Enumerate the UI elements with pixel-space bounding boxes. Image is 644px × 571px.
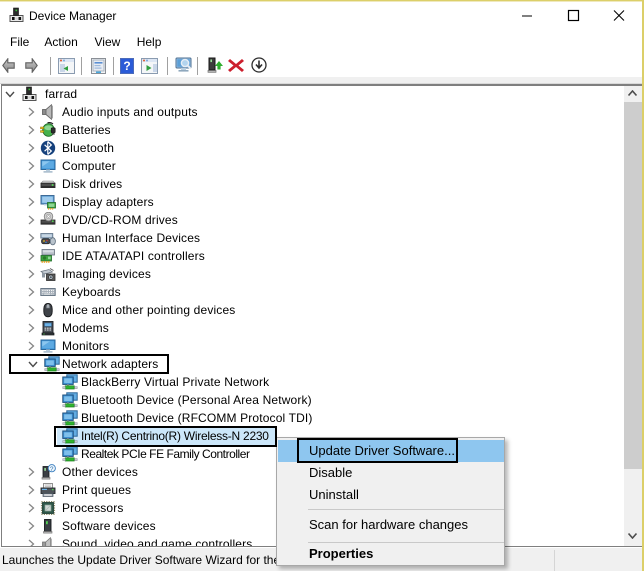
svg-text:?: ? xyxy=(50,466,54,473)
svg-text:?: ? xyxy=(123,59,130,73)
